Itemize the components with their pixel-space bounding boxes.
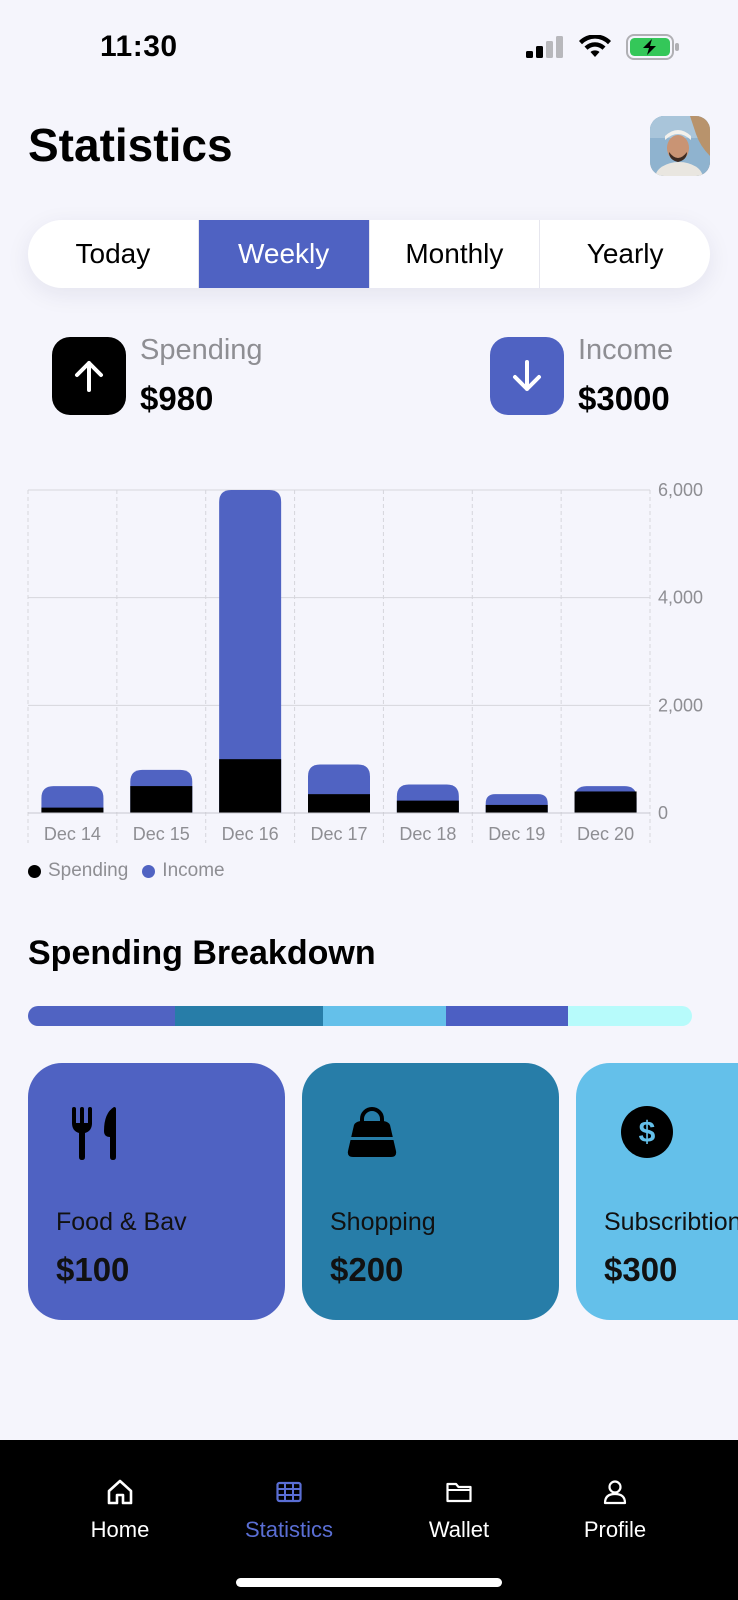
tab-profile[interactable]: Profile [555,1478,675,1543]
bar-spending-dec-19 [485,804,548,813]
tab-wallet[interactable]: Wallet [399,1478,519,1543]
shopping-bag-icon [347,1107,397,1157]
weekly-stacked-bar-chart: 6,000 4,000 2,000 0 Dec 14 Dec 15 Dec 16 Dec 17… [27,480,703,844]
category-card-subscription[interactable]: $ Subscribtion $300 [576,1063,738,1320]
breakdown-title: Spending Breakdown [28,934,376,972]
breakdown-segment-3 [322,1006,446,1026]
segment-weekly[interactable]: Weekly [198,220,370,288]
spending-icon-tile [52,337,126,415]
signal-icon [526,36,563,58]
income-value: $3000 [578,380,670,417]
chart-legend: Spending Income [28,860,225,882]
fork-knife-icon [72,1107,116,1160]
svg-text:$: $ [639,1116,656,1149]
y-tick-label: 0 [658,803,668,823]
tab-home[interactable]: Home [60,1478,180,1543]
category-card-food[interactable]: Food & Bav $100 [28,1063,285,1320]
arrow-up-icon [75,361,103,392]
page-title: Statistics [28,119,233,171]
bar-spending-dec-20 [574,791,637,813]
tab-label-wallet: Wallet [428,1517,490,1542]
y-tick-label: 4,000 [658,588,703,608]
x-tick-label: Dec 17 [310,824,367,844]
x-tick-label: Dec 14 [44,824,101,844]
bar-spending-dec-18 [396,800,459,813]
folder-icon [446,1482,472,1503]
home-indicator [236,1578,502,1587]
dollar-icon: $ [621,1106,673,1158]
avatar[interactable] [650,116,710,176]
bar-spending-dec-15 [130,786,193,813]
table-icon [276,1481,302,1503]
segment-yearly[interactable]: Yearly [540,220,710,288]
category-card-shopping[interactable]: Shopping $200 [302,1063,559,1320]
card-label: Subscribtion [604,1208,738,1236]
legend-label-spending: Spending [48,860,129,881]
breakdown-segment-1 [28,1006,176,1026]
income-label: Income [578,334,674,366]
spending-value: $980 [140,380,214,417]
battery-icon [626,34,679,60]
card-label: Food & Bav [56,1208,187,1236]
person-icon [603,1480,627,1505]
breakdown-segment-4 [445,1006,569,1026]
legend-dot-income [142,864,156,878]
x-tick-label: Dec 18 [399,824,456,844]
x-tick-label: Dec 15 [133,824,190,844]
legend-dot-spending [28,864,41,878]
breakdown-segment-5 [568,1006,692,1026]
segment-monthly[interactable]: Monthly [370,220,541,288]
tab-label-profile: Profile [583,1517,647,1542]
card-value: $300 [604,1251,678,1288]
y-tick-label: 2,000 [658,695,703,715]
spending-label: Spending [140,334,263,366]
bar-spending-dec-16 [219,759,282,813]
y-tick-label: 6,000 [658,480,703,500]
period-segmented-control: Today Weekly Monthly Yearly [28,220,710,288]
legend-item-income: Income [142,860,225,882]
card-value: $200 [330,1251,404,1288]
breakdown-progress-bar [28,1006,692,1026]
status-icons [526,34,680,60]
x-tick-label: Dec 20 [577,824,634,844]
bar-spending-dec-17 [308,794,370,813]
legend-label-income: Income [162,860,225,881]
x-tick-label: Dec 19 [488,824,545,844]
breakdown-segment-2 [175,1006,323,1026]
wifi-icon [579,35,611,57]
arrow-down-icon [513,360,541,391]
tab-label-home: Home [90,1517,150,1542]
avatar-photo [650,116,710,176]
bar-spending-dec-14 [41,807,104,813]
tab-statistics[interactable]: Statistics [229,1478,349,1543]
tab-label-statistics: Statistics [244,1517,334,1542]
home-icon [107,1479,133,1505]
card-label: Shopping [330,1208,436,1236]
legend-item-spending: Spending [28,860,128,882]
x-tick-label: Dec 16 [222,824,279,844]
card-value: $100 [56,1251,130,1288]
status-time: 11:30 [100,30,178,63]
segment-today[interactable]: Today [28,220,199,288]
income-icon-tile [490,337,564,415]
